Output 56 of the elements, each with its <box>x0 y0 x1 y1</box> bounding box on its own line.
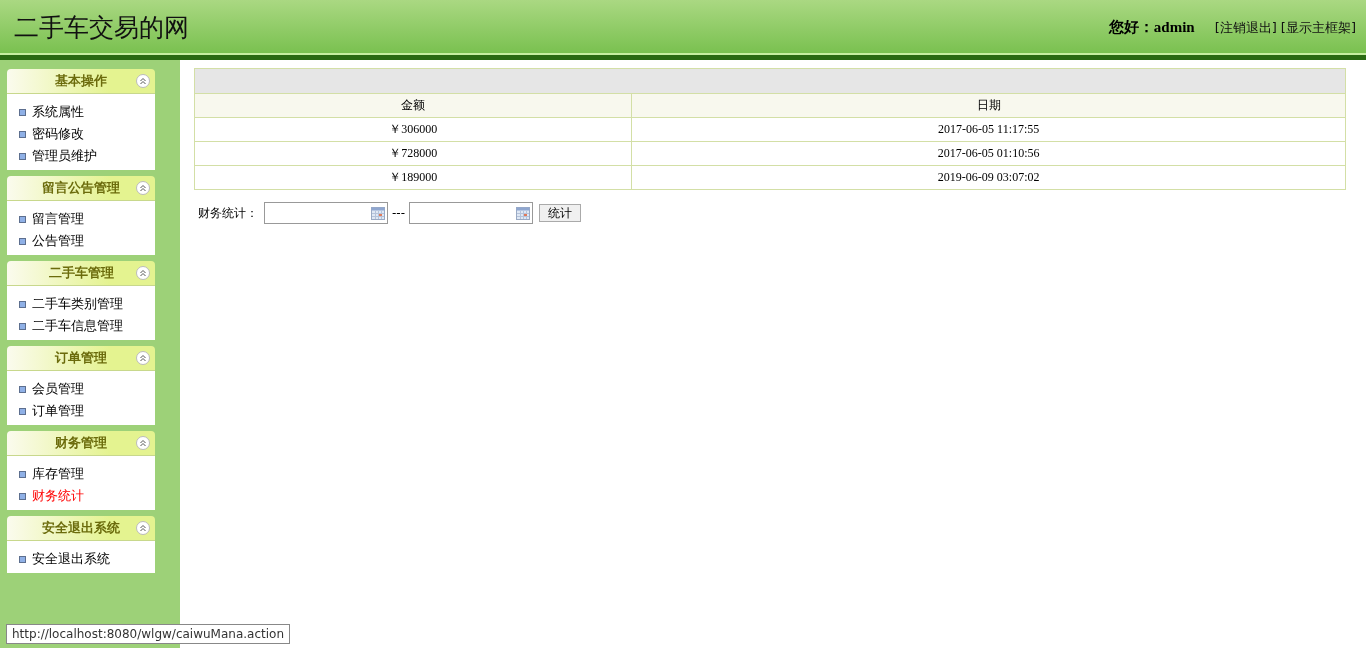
menu-item[interactable]: 二手车信息管理 <box>19 315 155 337</box>
menu-item[interactable]: 订单管理 <box>19 400 155 422</box>
column-header: 金额 <box>194 93 632 118</box>
bullet-icon <box>19 470 26 478</box>
header-link[interactable]: [注销退出] <box>1214 18 1277 37</box>
calendar-icon[interactable] <box>516 206 530 220</box>
menu-item[interactable]: 财务统计 <box>19 485 155 507</box>
bullet-icon <box>19 215 26 223</box>
menu-item[interactable]: 公告管理 <box>19 230 155 252</box>
bullet-icon <box>19 555 26 563</box>
greeting: 您好：admin <box>1108 18 1195 37</box>
collapse-icon[interactable] <box>136 521 150 535</box>
end-date-field[interactable] <box>409 202 533 224</box>
bullet-icon <box>19 300 26 308</box>
collapse-icon[interactable] <box>136 266 150 280</box>
section-header[interactable]: 基本操作 <box>7 69 155 94</box>
table-cell: ￥189000 <box>194 165 632 190</box>
bullet-icon <box>19 492 26 500</box>
menu-item[interactable]: 密码修改 <box>19 123 155 145</box>
status-url: http://localhost:8080/wlgw/caiwuMana.action <box>6 624 290 644</box>
bullet-icon <box>19 385 26 393</box>
site-title: 二手车交易的网 <box>14 13 189 43</box>
table-cell: 2019-06-09 03:07:02 <box>631 165 1346 190</box>
column-header: 日期 <box>631 93 1346 118</box>
calendar-icon[interactable] <box>371 206 385 220</box>
filter-label: 财务统计： <box>198 204 258 222</box>
bullet-icon <box>19 108 26 116</box>
section-header[interactable]: 订单管理 <box>7 346 155 371</box>
range-separator: --- <box>392 206 405 220</box>
bullet-icon <box>19 237 26 245</box>
table-cell: ￥306000 <box>194 117 632 142</box>
menu-item[interactable]: 系统属性 <box>19 101 155 123</box>
stats-button[interactable]: 统计 <box>539 204 581 222</box>
bullet-icon <box>19 130 26 138</box>
start-date-field[interactable] <box>264 202 388 224</box>
bullet-icon <box>19 322 26 330</box>
section-header[interactable]: 二手车管理 <box>7 261 155 286</box>
table-cell: 2017-06-05 01:10:56 <box>631 141 1346 166</box>
table-cell: 2017-06-05 11:17:55 <box>631 117 1346 142</box>
menu-item[interactable]: 安全退出系统 <box>19 548 155 570</box>
bullet-icon <box>19 152 26 160</box>
menu-item[interactable]: 会员管理 <box>19 378 155 400</box>
collapse-icon[interactable] <box>136 351 150 365</box>
table-cell: ￥728000 <box>194 141 632 166</box>
collapse-icon[interactable] <box>136 181 150 195</box>
section-header[interactable]: 安全退出系统 <box>7 516 155 541</box>
section-header[interactable]: 留言公告管理 <box>7 176 155 201</box>
menu-item[interactable]: 库存管理 <box>19 463 155 485</box>
menu-item[interactable]: 留言管理 <box>19 208 155 230</box>
menu-item[interactable]: 管理员维护 <box>19 145 155 167</box>
header-link[interactable]: [显示主框架] <box>1280 18 1356 37</box>
section-header[interactable]: 财务管理 <box>7 431 155 456</box>
collapse-icon[interactable] <box>136 74 150 88</box>
collapse-icon[interactable] <box>136 436 150 450</box>
bullet-icon <box>19 407 26 415</box>
menu-item[interactable]: 二手车类别管理 <box>19 293 155 315</box>
